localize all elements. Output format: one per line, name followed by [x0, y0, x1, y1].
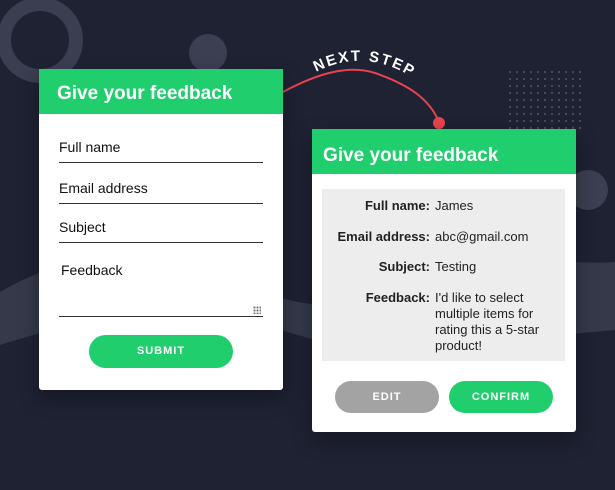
feedback-review-card: Give your feedback Full name: James Emai… — [312, 129, 576, 432]
full-name-placeholder: Full name — [59, 139, 121, 155]
review-title: Give your feedback — [312, 129, 576, 174]
review-value: James — [435, 198, 474, 213]
feedback-form-card: Give your feedback Full name Email addre… — [39, 69, 283, 390]
review-value: I'd like to select multiple items for ra… — [435, 290, 540, 353]
confirm-button[interactable]: CONFIRM — [449, 381, 553, 413]
review-value: Testing — [435, 259, 477, 274]
email-placeholder: Email address — [59, 180, 148, 196]
review-label: Subject: — [378, 259, 430, 274]
next-step-label: NEXT STEP — [311, 48, 419, 81]
background-stage: NEXT STEP Give your feedback Full name E… — [0, 0, 615, 490]
subject-placeholder: Subject — [59, 219, 106, 235]
feedback-textarea[interactable]: Feedback — [59, 254, 263, 317]
form-title: Give your feedback — [39, 69, 283, 114]
feedback-placeholder: Feedback — [61, 262, 123, 278]
review-summary: Full name: James Email address: abc@gmai… — [322, 189, 565, 361]
arrow-endpoint — [433, 117, 445, 129]
arrow-curve — [282, 68, 440, 123]
subject-input[interactable]: Subject — [59, 214, 263, 243]
email-input[interactable]: Email address — [59, 175, 263, 204]
review-value: abc@gmail.com — [435, 229, 529, 244]
review-label: Feedback: — [365, 290, 430, 305]
resize-grip-icon[interactable] — [253, 306, 261, 314]
review-label: Full name: — [364, 198, 430, 213]
full-name-input[interactable]: Full name — [59, 135, 263, 163]
submit-button[interactable]: SUBMIT — [89, 335, 233, 368]
edit-button[interactable]: EDIT — [335, 381, 439, 413]
review-label: Email address: — [337, 229, 431, 244]
